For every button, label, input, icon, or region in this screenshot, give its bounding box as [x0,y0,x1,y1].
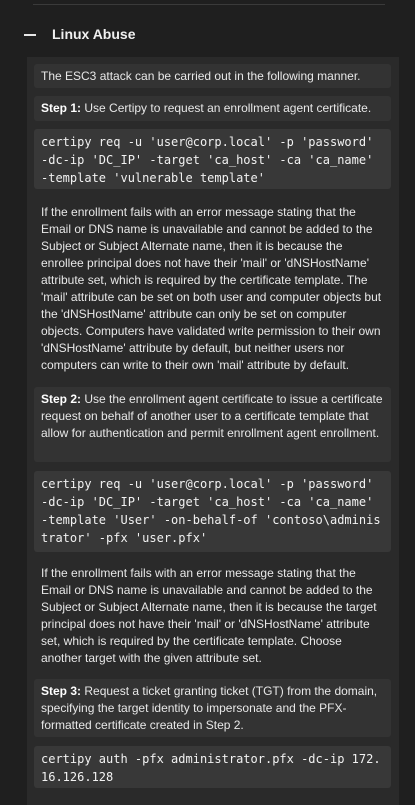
linux-abuse-header[interactable]: Linux Abuse [0,14,415,54]
step2-note: If the enrollment fails with an error me… [41,566,377,665]
step3-text: Request a ticket granting ticket (TGT) f… [41,684,378,732]
step3-paragraph: Step 3: Request a ticket granting ticket… [34,679,391,737]
step1-text: Use Certipy to request an enrollment age… [81,101,372,115]
intro-paragraph: The ESC3 attack can be carried out in th… [34,64,391,88]
intro-text: The ESC3 attack can be carried out in th… [41,69,361,83]
section-title: Linux Abuse [52,26,136,42]
step2-label: Step 2: [41,392,82,406]
step1-paragraph: Step 1: Use Certipy to request an enroll… [34,96,391,121]
step1-code-block[interactable]: certipy req -u 'user@corp.local' -p 'pas… [34,129,391,189]
step2-text: Use the enrollment agent certificate to … [41,392,383,440]
step2-paragraph: Step 2: Use the enrollment agent certifi… [34,387,391,462]
step2-code-block[interactable]: certipy req -u 'user@corp.local' -p 'pas… [34,471,391,552]
step1-note: If the enrollment fails with an error me… [41,205,382,372]
section-content: The ESC3 attack can be carried out in th… [27,57,399,805]
step1-label: Step 1: [41,101,82,115]
step3-code-block[interactable]: certipy auth -pfx administrator.pfx -dc-… [34,746,391,788]
step3-label: Step 3: [41,684,82,698]
top-divider [33,4,385,5]
collapse-icon[interactable] [24,34,36,36]
